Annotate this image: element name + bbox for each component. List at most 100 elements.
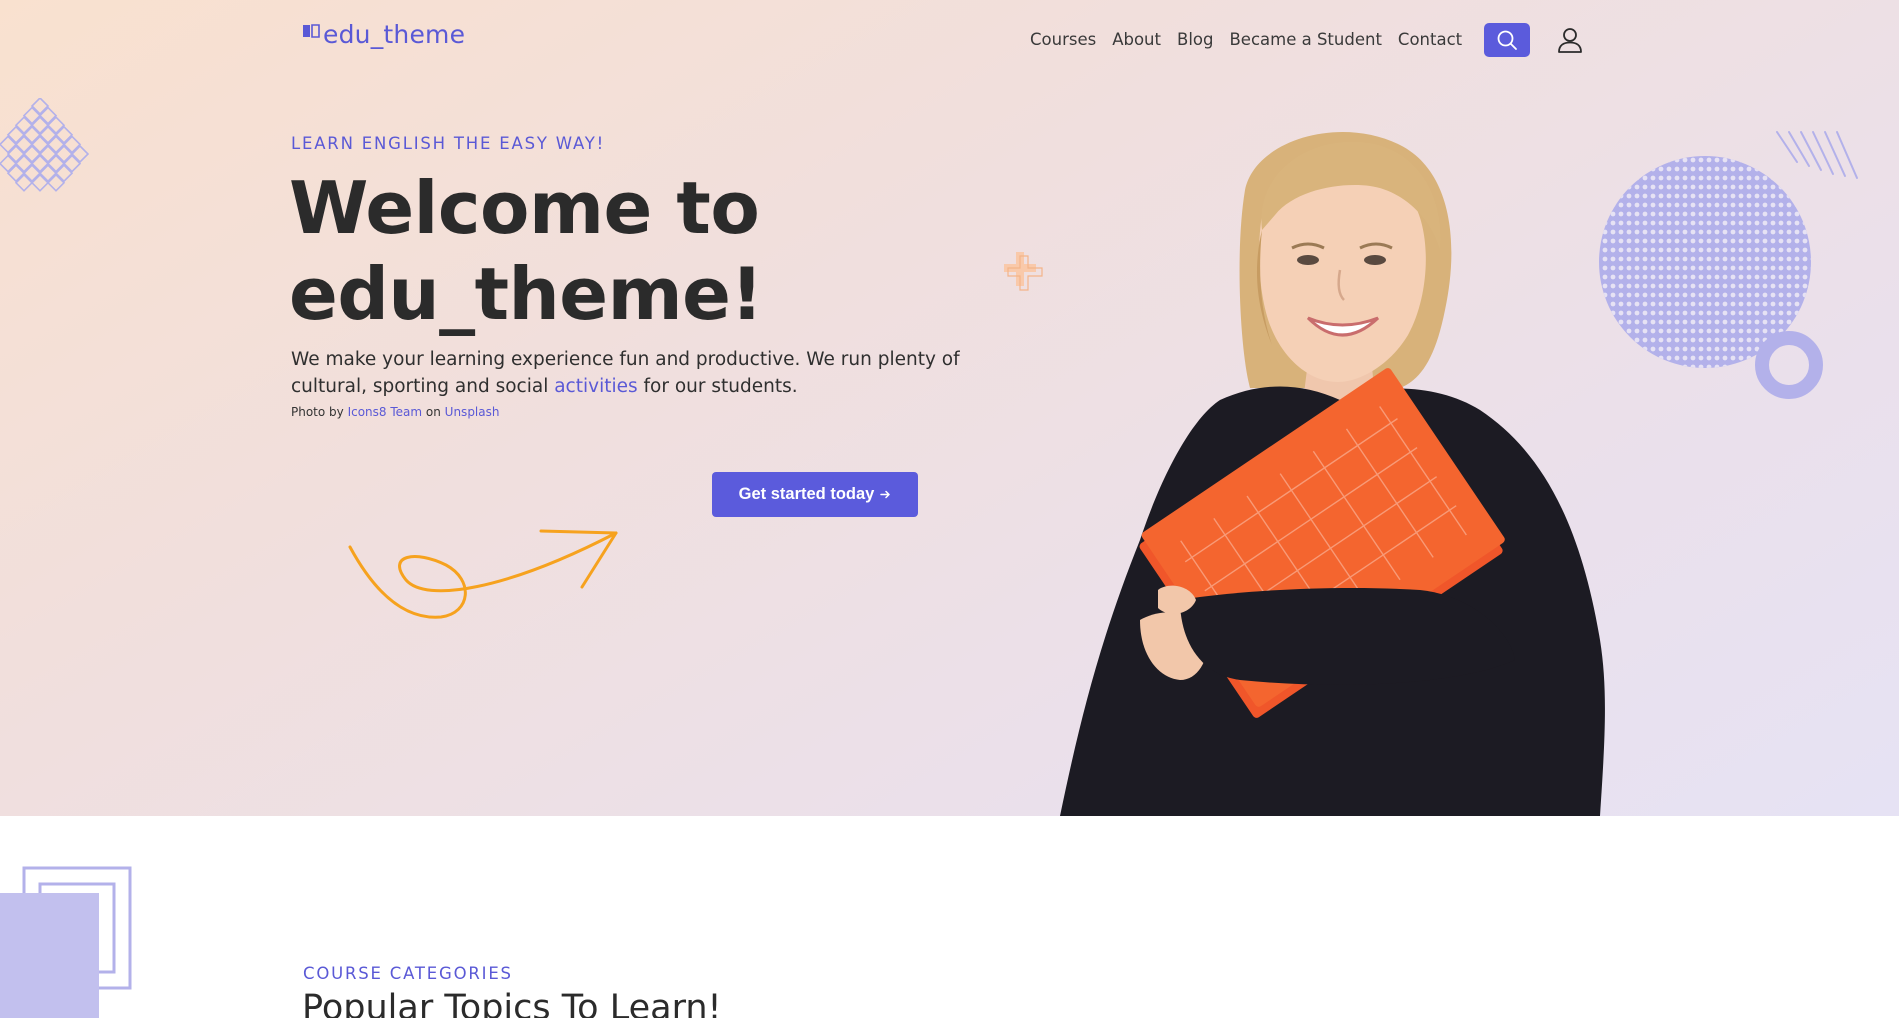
dot-shape [1682, 301, 1688, 307]
dot-shape [1794, 274, 1800, 280]
diamond-shape [38, 125, 58, 144]
dot-shape [1690, 319, 1696, 325]
dot-shape [1794, 220, 1800, 226]
dot-shape [1738, 283, 1744, 289]
dot-shape [1690, 310, 1696, 316]
dot-shape [1730, 283, 1736, 289]
credit-author-link[interactable]: Icons8 Team [348, 405, 423, 419]
dot-shape [1762, 283, 1768, 289]
dot-shape [1746, 355, 1752, 361]
diamond-shape [22, 106, 42, 125]
dot-shape [1666, 211, 1672, 217]
dot-shape [1794, 175, 1800, 181]
diamond-shape [6, 144, 26, 164]
dot-shape [1738, 292, 1744, 298]
dot-shape [1746, 301, 1752, 307]
dot-shape [1746, 283, 1752, 289]
dot-shape [1674, 229, 1680, 235]
dot-shape [1714, 184, 1720, 190]
dot-shape [1698, 346, 1704, 352]
dot-shape [1674, 292, 1680, 298]
dot-shape [1690, 265, 1696, 271]
dot-shape [1730, 175, 1736, 181]
dot-shape [1690, 346, 1696, 352]
dot-shape [1754, 256, 1760, 262]
dot-shape [1738, 247, 1744, 253]
squares-decor [0, 866, 132, 1018]
dot-shape [1698, 364, 1704, 368]
dot-shape [1754, 274, 1760, 280]
dot-shape [1754, 211, 1760, 217]
nav-courses[interactable]: Courses [1030, 30, 1096, 49]
dot-shape [1690, 193, 1696, 199]
dot-shape [1722, 211, 1728, 217]
dot-shape [1706, 175, 1712, 181]
dot-shape [1730, 256, 1736, 262]
dot-shape [1810, 319, 1811, 325]
logo[interactable]: edu_theme [302, 20, 465, 49]
dot-shape [1730, 355, 1736, 361]
dot-shape [1810, 193, 1811, 199]
nav-contact[interactable]: Contact [1398, 30, 1462, 49]
dot-shape [1770, 211, 1776, 217]
user-icon[interactable] [1555, 26, 1585, 54]
dot-shape [1786, 202, 1792, 208]
dot-shape [1706, 283, 1712, 289]
dot-shape [1706, 238, 1712, 244]
dot-shape [1762, 193, 1768, 199]
dot-shape [1666, 283, 1672, 289]
dot-shape [1738, 193, 1744, 199]
dot-shape [1778, 310, 1784, 316]
dot-shape [1730, 274, 1736, 280]
dot-shape [1714, 238, 1720, 244]
dot-shape [1706, 319, 1712, 325]
dot-shape [1746, 274, 1752, 280]
dot-shape [1682, 211, 1688, 217]
dot-shape [1770, 220, 1776, 226]
dot-shape [1674, 166, 1680, 172]
dot-shape [1746, 265, 1752, 271]
dot-shape [1762, 256, 1768, 262]
diamond-shape [14, 154, 34, 173]
course-categories-eyebrow: COURSE CATEGORIES [303, 964, 513, 983]
dot-shape [1690, 238, 1696, 244]
nav-blog[interactable]: Blog [1177, 30, 1213, 49]
diamond-shape [46, 173, 66, 192]
dot-shape [1778, 220, 1784, 226]
dot-shape [1762, 220, 1768, 226]
dot-shape [1786, 220, 1792, 226]
diamond-shape [38, 144, 58, 164]
dot-shape [1690, 337, 1696, 343]
dot-shape [1778, 193, 1784, 199]
dot-shape [1706, 256, 1712, 262]
photo-credit: Photo by Icons8 Team on Unsplash [291, 405, 499, 419]
dot-shape [1682, 256, 1688, 262]
diamond-shape [14, 135, 34, 154]
get-started-label: Get started today [738, 485, 875, 503]
dot-shape [1730, 310, 1736, 316]
dot-shape [1722, 364, 1728, 368]
activities-link[interactable]: activities [554, 376, 637, 397]
dot-shape [1794, 265, 1800, 271]
dot-shape [1722, 247, 1728, 253]
dot-shape [1754, 319, 1760, 325]
dot-shape [1674, 256, 1680, 262]
dot-shape [1746, 319, 1752, 325]
dot-shape [1746, 193, 1752, 199]
nav-about[interactable]: About [1112, 30, 1161, 49]
dot-shape [1714, 202, 1720, 208]
nav-became-a-student[interactable]: Became a Student [1229, 30, 1381, 49]
dot-shape [1794, 292, 1800, 298]
dot-shape [1698, 202, 1704, 208]
dot-shape [1810, 157, 1811, 163]
search-button[interactable] [1484, 23, 1530, 57]
dot-shape [1738, 310, 1744, 316]
credit-source-link[interactable]: Unsplash [445, 405, 500, 419]
diamond-shape [54, 144, 74, 164]
dot-shape [1682, 364, 1688, 368]
get-started-button[interactable]: Get started today [712, 472, 918, 517]
dot-shape [1706, 355, 1712, 361]
dot-shape [1810, 202, 1811, 208]
dot-shape [1674, 157, 1680, 163]
dot-shape [1778, 202, 1784, 208]
